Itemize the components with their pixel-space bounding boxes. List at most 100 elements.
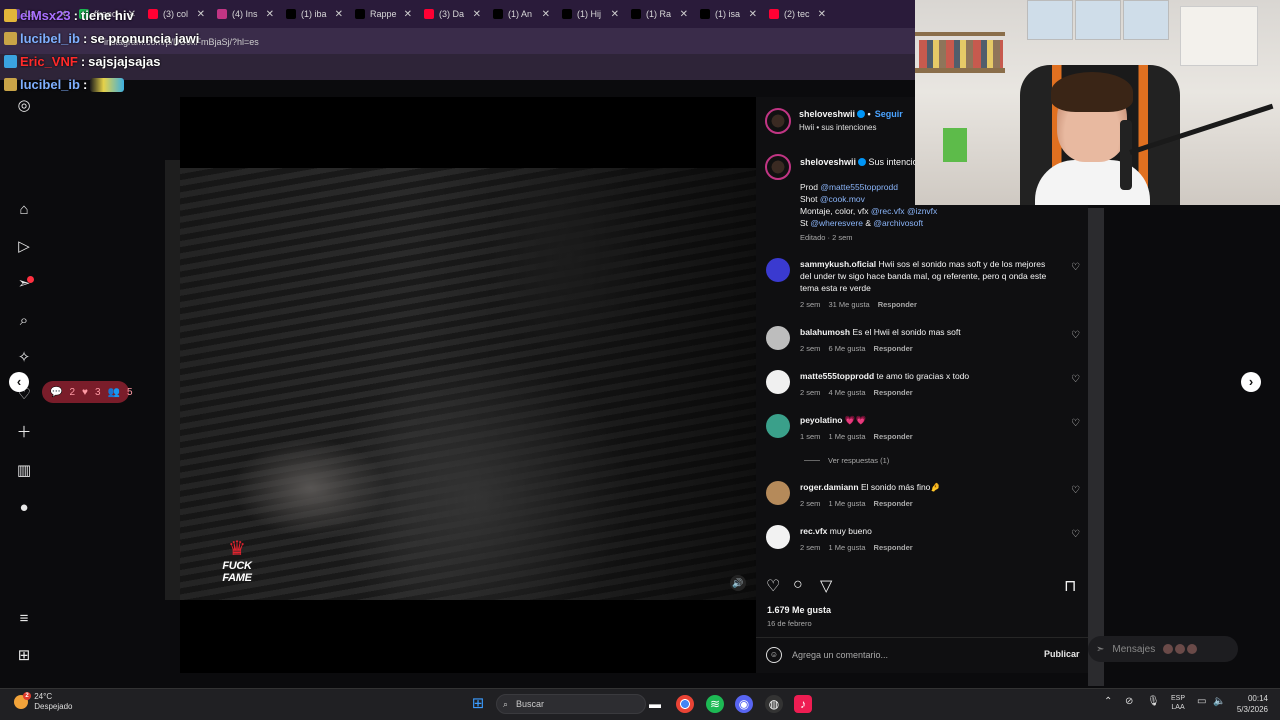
video-frame[interactable]	[180, 168, 756, 600]
commenter-username[interactable]: matte555topprodd	[800, 371, 874, 381]
audio-subtitle[interactable]: Hwii • sus intenciones	[799, 123, 877, 132]
browser-tab[interactable]: (1) isa ✕	[694, 3, 763, 25]
comment-like-heart-icon[interactable]: ♡	[1071, 374, 1080, 385]
obs-icon[interactable]: ◍	[765, 695, 783, 713]
author-username[interactable]: sheloveshwii	[799, 109, 855, 119]
messages-pill[interactable]: ➣ Mensajes	[1088, 636, 1238, 662]
explore-icon[interactable]: ✧	[14, 348, 34, 368]
commenter-username[interactable]: sammykush.oficial	[800, 259, 876, 269]
tab-close-icon[interactable]: ✕	[542, 9, 550, 20]
tab-close-icon[interactable]: ✕	[611, 9, 619, 20]
comment-likes[interactable]: 1 Me gusta	[828, 432, 865, 441]
comment-input[interactable]	[792, 648, 1022, 662]
reply-button[interactable]: Responder	[874, 543, 913, 552]
file-explorer-icon[interactable]: ▬	[646, 695, 664, 713]
tray-chevron-icon[interactable]: ⌃	[1104, 696, 1112, 707]
menu-icon[interactable]: ≡	[14, 609, 34, 629]
publish-button[interactable]: Publicar	[1044, 649, 1080, 659]
dashboard-icon[interactable]: ▥	[14, 461, 34, 481]
follow-button[interactable]: Seguir	[875, 109, 903, 119]
mention-link[interactable]: @iznvfx	[907, 206, 937, 216]
instagram-logo-icon[interactable]: ◎	[14, 96, 34, 116]
commenter-avatar[interactable]	[766, 525, 790, 549]
previous-post-button[interactable]: ‹	[9, 372, 29, 392]
chrome-icon[interactable]	[676, 695, 694, 713]
windows-start-icon[interactable]: ⊞	[469, 695, 487, 713]
commenter-avatar[interactable]	[766, 481, 790, 505]
volume-icon[interactable]: 🔊	[730, 575, 746, 591]
emoji-icon[interactable]: ☺	[766, 647, 782, 663]
browser-tab[interactable]: Rappe ✕	[349, 3, 418, 25]
share-send-icon[interactable]: ▽	[820, 576, 832, 596]
comment-likes[interactable]: 1 Me gusta	[828, 499, 865, 508]
reels-icon[interactable]: ▷	[14, 237, 34, 257]
reply-button[interactable]: Responder	[878, 300, 917, 309]
commenter-avatar[interactable]	[766, 370, 790, 394]
reply-button[interactable]: Responder	[874, 344, 913, 353]
reply-button[interactable]: Responder	[874, 388, 913, 397]
browser-tab[interactable]: (1) Hij ✕	[556, 3, 625, 25]
home-icon[interactable]: ⌂	[14, 200, 34, 220]
comment-like-heart-icon[interactable]: ♡	[1071, 262, 1080, 273]
taskbar-clock[interactable]: 00:14 5/3/2026	[1230, 693, 1268, 715]
profile-avatar-icon[interactable]: ●	[14, 498, 34, 518]
save-bookmark-icon[interactable]: ⊓	[1064, 576, 1076, 596]
comment-bubble-icon[interactable]: ○	[793, 576, 803, 594]
mention-link[interactable]: @archivosoft	[873, 218, 923, 228]
tray-volume-icon[interactable]: 🔈	[1213, 696, 1225, 707]
like-heart-icon[interactable]: ♡	[766, 576, 780, 596]
comment-like-heart-icon[interactable]: ♡	[1071, 418, 1080, 429]
view-replies-button[interactable]: Ver respuestas (1)	[804, 456, 889, 465]
more-apps-icon[interactable]: ⊞	[14, 646, 34, 666]
browser-tab[interactable]: (3) Da ✕	[418, 3, 487, 25]
tab-close-icon[interactable]: ✕	[404, 9, 412, 20]
browser-tab[interactable]: (1) iba ✕	[280, 3, 349, 25]
taskbar-search[interactable]: ⌕ Buscar	[496, 694, 646, 714]
browser-tab[interactable]: (2) tec ✕	[763, 3, 832, 25]
tab-close-icon[interactable]: ✕	[818, 9, 826, 20]
commenter-username[interactable]: balahumosh	[800, 327, 850, 337]
commenter-username[interactable]: peyolatino	[800, 415, 843, 425]
caption-avatar[interactable]	[765, 154, 791, 180]
search-icon[interactable]: ⌕	[14, 311, 34, 331]
tray-mic-icon[interactable]: 🎙	[1147, 696, 1160, 707]
tab-close-icon[interactable]: ✕	[749, 9, 757, 20]
comment-like-heart-icon[interactable]: ♡	[1071, 330, 1080, 341]
comment-likes[interactable]: 31 Me gusta	[828, 300, 869, 309]
language-indicator[interactable]: ESP LAA	[1171, 694, 1185, 712]
post-likes-count[interactable]: 1.679 Me gusta	[767, 605, 831, 615]
next-post-button[interactable]: ›	[1241, 372, 1261, 392]
tiktok-icon[interactable]: ♪	[794, 695, 812, 713]
author-avatar[interactable]	[765, 108, 791, 134]
mention-link[interactable]: @cook.mov	[820, 194, 865, 204]
reply-button[interactable]: Responder	[874, 432, 913, 441]
view-replies-label[interactable]: Ver respuestas (1)	[828, 456, 889, 465]
spotify-icon[interactable]: ≋	[706, 695, 724, 713]
comment-like-heart-icon[interactable]: ♡	[1071, 485, 1080, 496]
browser-tab[interactable]: (1) An ✕	[487, 3, 556, 25]
browser-tab[interactable]: (4) Ins ✕	[211, 3, 280, 25]
tab-close-icon[interactable]: ✕	[473, 9, 481, 20]
tab-close-icon[interactable]: ✕	[680, 9, 688, 20]
mention-link[interactable]: @matte555topprodd	[820, 182, 898, 192]
caption-username[interactable]: sheloveshwii	[800, 157, 856, 167]
commenter-username[interactable]: rec.vfx	[800, 526, 827, 536]
tray-network-off-icon[interactable]: ⊘	[1125, 696, 1133, 707]
reply-button[interactable]: Responder	[874, 499, 913, 508]
commenter-username[interactable]: roger.damiann	[800, 482, 859, 492]
tray-display-icon[interactable]: ▭	[1197, 696, 1206, 707]
tab-close-icon[interactable]: ✕	[335, 9, 343, 20]
commenter-avatar[interactable]	[766, 414, 790, 438]
comment-likes[interactable]: 4 Me gusta	[828, 388, 865, 397]
comment-like-heart-icon[interactable]: ♡	[1071, 529, 1080, 540]
weather-widget[interactable]: 2 24°C Despejado	[14, 692, 72, 712]
mention-link[interactable]: @rec.vfx	[871, 206, 905, 216]
commenter-avatar[interactable]	[766, 326, 790, 350]
comment-likes[interactable]: 6 Me gusta	[828, 344, 865, 353]
discord-icon[interactable]: ◉	[735, 695, 753, 713]
tab-close-icon[interactable]: ✕	[266, 9, 274, 20]
commenter-avatar[interactable]	[766, 258, 790, 282]
create-icon[interactable]: ＋	[14, 423, 34, 443]
mention-link[interactable]: @wheresvere	[810, 218, 863, 228]
comment-likes[interactable]: 1 Me gusta	[828, 543, 865, 552]
